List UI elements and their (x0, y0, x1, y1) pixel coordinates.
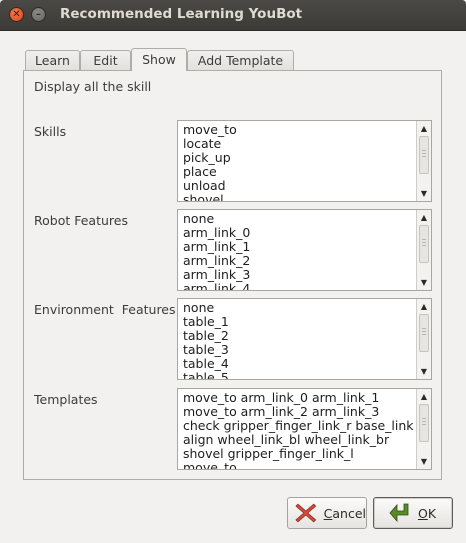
list-item[interactable]: none (183, 212, 415, 226)
list-item[interactable]: locate (183, 137, 415, 151)
list-item[interactable]: table_1 (183, 315, 415, 329)
environment-features-label: Environment Features (34, 302, 176, 317)
list-item[interactable]: arm_link_4 (183, 282, 415, 290)
robot-features-scrollbar[interactable]: ▲ ▼ (416, 210, 431, 290)
tab-learn[interactable]: Learn (25, 50, 80, 70)
list-item[interactable]: place (183, 165, 415, 179)
list-item[interactable]: align wheel_link_bl wheel_link_br (183, 433, 415, 447)
robot-features-list[interactable]: none arm_link_0 arm_link_1 arm_link_2 arm_li… (177, 209, 432, 291)
templates-list[interactable]: move_to arm_link_0 arm_link_1 move_to arm… (177, 388, 432, 470)
close-window-icon[interactable]: ✕ (9, 7, 24, 22)
list-item[interactable]: move_to arm_link_2 arm_link_3 (183, 405, 415, 419)
scroll-up-icon[interactable]: ▲ (418, 390, 430, 403)
environment-features-scrollbar[interactable]: ▲ ▼ (416, 299, 431, 379)
scroll-up-icon[interactable]: ▲ (418, 300, 430, 313)
window-title: Recommended Learning YouBot (60, 6, 303, 22)
tab-show[interactable]: Show (131, 48, 187, 71)
scrollbar-thumb[interactable] (419, 404, 429, 442)
list-item[interactable]: table_3 (183, 343, 415, 357)
skills-list[interactable]: move_to locate pick_up place unload shovel ▲ … (177, 120, 432, 202)
templates-list-items: move_to arm_link_0 arm_link_1 move_to arm… (178, 389, 415, 469)
ok-label: OK (418, 505, 437, 521)
scroll-down-icon[interactable]: ▼ (418, 187, 430, 200)
list-item[interactable]: arm_link_3 (183, 268, 415, 282)
minimize-window-icon[interactable]: – (31, 7, 46, 22)
list-item[interactable]: none (183, 301, 415, 315)
list-item[interactable]: table_4 (183, 357, 415, 371)
list-item[interactable]: shovel gripper_finger_link_l (183, 447, 415, 461)
list-item[interactable]: table_2 (183, 329, 415, 343)
title-bar: ✕ – Recommended Learning YouBot (0, 0, 466, 31)
ok-arrow-icon (389, 503, 409, 523)
list-item[interactable]: move_to (183, 123, 415, 137)
skills-label: Skills (34, 124, 67, 139)
robot-features-label: Robot Features (34, 213, 128, 228)
list-item[interactable]: move_to arm_link_0 arm_link_1 (183, 391, 415, 405)
scrollbar-thumb[interactable] (419, 136, 429, 174)
scrollbar-thumb[interactable] (419, 314, 429, 352)
scrollbar-thumb[interactable] (419, 225, 429, 263)
list-item[interactable]: arm_link_1 (183, 240, 415, 254)
scroll-up-icon[interactable]: ▲ (418, 122, 430, 135)
list-item[interactable]: shovel (183, 193, 415, 201)
list-item[interactable]: arm_link_0 (183, 226, 415, 240)
skills-scrollbar[interactable]: ▲ ▼ (416, 121, 431, 201)
cancel-button[interactable]: Cancel (287, 497, 367, 529)
list-item[interactable]: table_5 (183, 371, 415, 379)
list-item[interactable]: pick_up (183, 151, 415, 165)
scroll-down-icon[interactable]: ▼ (418, 276, 430, 289)
robot-features-list-items: none arm_link_0 arm_link_1 arm_link_2 arm_li… (178, 210, 415, 290)
cancel-x-icon (295, 503, 317, 523)
list-item[interactable]: move_to (183, 461, 415, 469)
ok-button[interactable]: OK (373, 497, 453, 529)
scroll-down-icon[interactable]: ▼ (418, 455, 430, 468)
tab-edit[interactable]: Edit (80, 50, 131, 70)
templates-scrollbar[interactable]: ▲ ▼ (416, 389, 431, 469)
scroll-down-icon[interactable]: ▼ (418, 365, 430, 378)
environment-features-list-items: none table_1 table_2 table_3 table_4 table_5 (178, 299, 415, 379)
templates-label: Templates (34, 392, 98, 407)
skills-list-items: move_to locate pick_up place unload shovel (178, 121, 415, 201)
list-item[interactable]: arm_link_2 (183, 254, 415, 268)
cancel-label: Cancel (323, 505, 366, 521)
list-item[interactable]: check gripper_finger_link_r base_link (183, 419, 415, 433)
environment-features-list[interactable]: none table_1 table_2 table_3 table_4 table_5 … (177, 298, 432, 380)
tab-add-template[interactable]: Add Template (187, 50, 294, 70)
panel-heading: Display all the skill (34, 79, 152, 94)
list-item[interactable]: unload (183, 179, 415, 193)
scroll-up-icon[interactable]: ▲ (418, 211, 430, 224)
